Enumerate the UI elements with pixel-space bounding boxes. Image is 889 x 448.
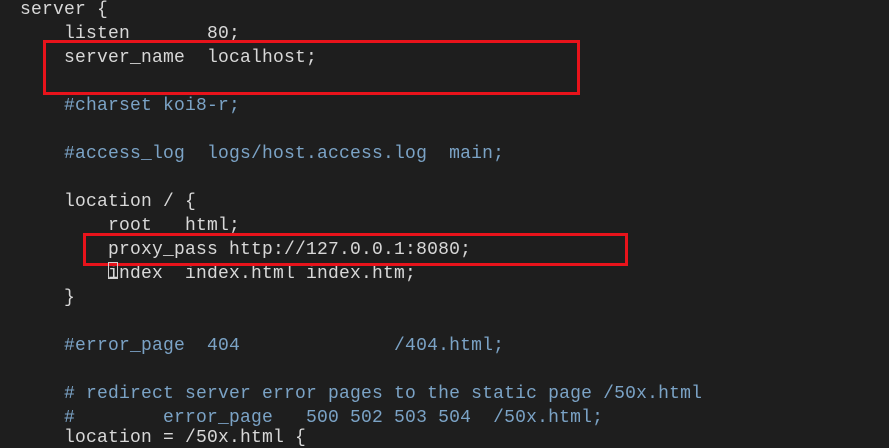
comment-line: #access_log logs/host.access.log main; — [20, 144, 505, 164]
comment-line: #charset koi8-r; — [20, 96, 241, 116]
code-line: server { — [20, 0, 109, 20]
code-line: } — [20, 288, 76, 308]
comment-line: # error_page 500 502 503 504 /50x.html; — [20, 408, 604, 428]
comment-line: #error_page 404 /404.html; — [20, 336, 505, 356]
code-line: location / { — [20, 192, 197, 212]
code-line: location = /50x.html { — [20, 428, 307, 448]
highlight-box-proxy-pass — [83, 233, 628, 266]
text-cursor — [108, 262, 118, 279]
comment-line: # redirect server error pages to the sta… — [20, 384, 703, 404]
highlight-box-server-name — [43, 40, 580, 95]
